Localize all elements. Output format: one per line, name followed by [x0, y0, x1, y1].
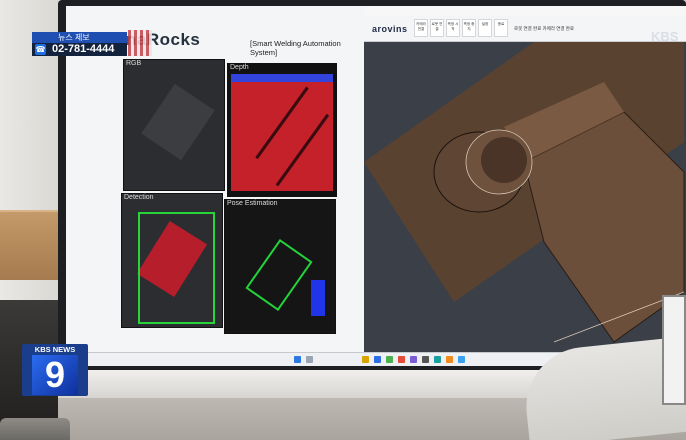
folder-icon[interactable] [362, 356, 369, 363]
app-icon-7[interactable] [458, 356, 465, 363]
phone-icon: ☎ [35, 44, 46, 55]
depth-band [231, 74, 333, 82]
pose-panel-label: Pose Estimation [227, 200, 278, 207]
sim-titlebar [364, 6, 686, 16]
kbs-logo-number: 9 [32, 355, 78, 395]
news-tip-number: 02-781-4444 [52, 43, 115, 55]
app-icon-5[interactable] [434, 356, 441, 363]
sim-toolbar: arovins 카메라 연결 로봇 연결 측정 시작 측정 중지 설정 종료 로… [364, 16, 686, 42]
detection-panel-label: Detection [124, 194, 154, 201]
app-icon-1[interactable] [386, 356, 393, 363]
pipe-inner [481, 137, 527, 183]
cup [0, 418, 70, 440]
vision-app-window: naRocks [Smart Welding Automation System… [66, 6, 364, 352]
pose-wireframe [245, 238, 313, 312]
second-monitor-edge [662, 295, 686, 405]
news-tip-label: 뉴스 제보 [32, 32, 127, 43]
sim-brand: arovins [372, 24, 408, 34]
toolbar-button-5[interactable]: 설정 [478, 19, 492, 37]
search-icon[interactable] [306, 356, 313, 363]
depth-panel-label: Depth [230, 64, 249, 71]
news-tip-overlay: 뉴스 제보 ☎ 02-781-4444 [32, 32, 127, 56]
pose-panel: Pose Estimation [224, 199, 336, 334]
sim-status-text: 로봇 연결 완료 카메라 연결 완료 [514, 26, 575, 31]
start-icon[interactable] [294, 356, 301, 363]
rgb-panel: RGB [123, 59, 225, 191]
workpiece-render [364, 42, 685, 343]
detection-panel: Detection [121, 193, 223, 328]
app-title: [Smart Welding Automation System] [250, 39, 341, 57]
rgb-panel-label: RGB [126, 60, 142, 67]
toolbar-button-1[interactable]: 카메라 연결 [414, 19, 428, 37]
qr-code-icon [128, 30, 152, 56]
rgb-object [141, 83, 215, 161]
kbs-logo-text: KBS NEWS [34, 345, 76, 354]
wooden-shelf [0, 210, 60, 280]
news-tip-phone: ☎ 02-781-4444 [32, 43, 127, 56]
pose-axis-marker [311, 280, 325, 316]
depth-panel: Depth [227, 63, 337, 197]
kbs-watermark: KBS [651, 29, 679, 44]
app-icon-4[interactable] [422, 356, 429, 363]
photo-scene: naRocks [Smart Welding Automation System… [0, 0, 686, 440]
app-icon-2[interactable] [398, 356, 405, 363]
detection-bbox [138, 212, 215, 324]
robot-sim-window: arovins 카메라 연결 로봇 연결 측정 시작 측정 중지 설정 종료 로… [364, 6, 686, 352]
kbs-news9-logo: KBS NEWS 9 [22, 344, 88, 396]
depth-map [231, 82, 333, 191]
app-icon-3[interactable] [410, 356, 417, 363]
toolbar-button-6[interactable]: 종료 [494, 19, 508, 37]
depth-lines [255, 86, 330, 187]
browser-icon[interactable] [374, 356, 381, 363]
toolbar-button-4[interactable]: 측정 중지 [462, 19, 476, 37]
toolbar-button-3[interactable]: 측정 시작 [446, 19, 460, 37]
app-icon-6[interactable] [446, 356, 453, 363]
toolbar-button-2[interactable]: 로봇 연결 [430, 19, 444, 37]
3d-viewport[interactable] [364, 42, 686, 352]
monitor-screen: naRocks [Smart Welding Automation System… [66, 6, 686, 366]
